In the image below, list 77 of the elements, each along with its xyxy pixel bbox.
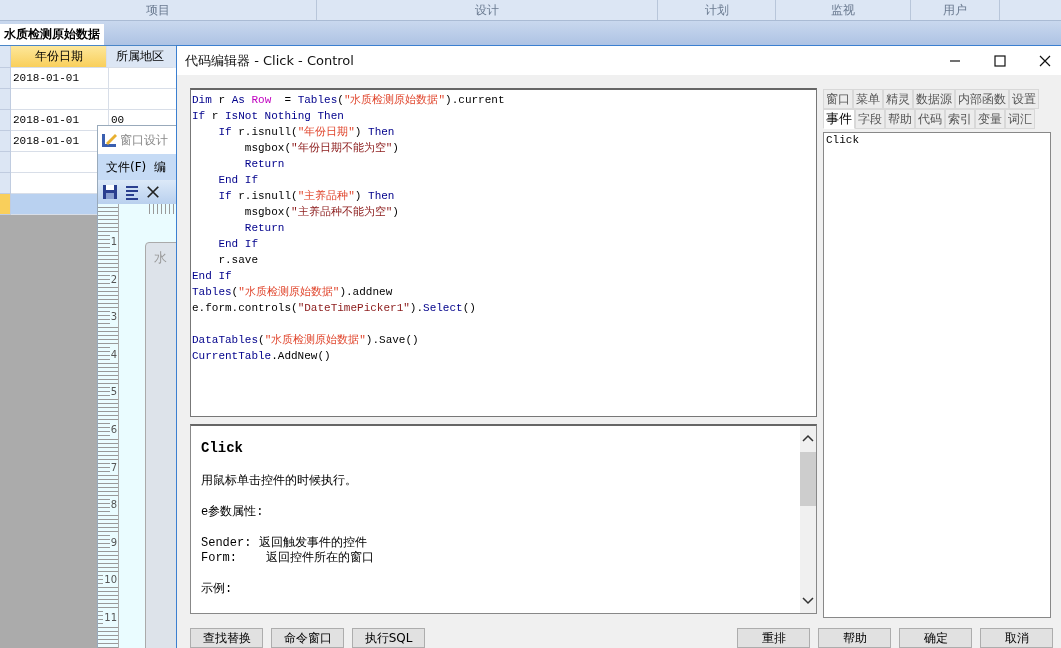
save-icon[interactable] xyxy=(102,184,118,200)
code-line: Dim r As Row = Tables("水质检测原始数据").current xyxy=(192,93,506,108)
tab[interactable]: 数据源 xyxy=(913,89,955,109)
ruler-number: 8 xyxy=(109,497,118,513)
menu-item[interactable]: 编 xyxy=(154,158,167,176)
code-editor[interactable] xyxy=(190,88,817,417)
dialog-button[interactable]: 帮助 xyxy=(818,628,891,648)
table-cell: 2018-01-01 xyxy=(11,68,109,89)
help-text: 示例: xyxy=(201,582,234,597)
list-item[interactable]: Click xyxy=(826,134,1048,146)
ruler-number: 11 xyxy=(103,609,118,625)
ruler-number: 1 xyxy=(109,234,118,249)
scroll-down-icon[interactable] xyxy=(802,597,814,605)
tab[interactable]: 事件 xyxy=(823,109,855,129)
help-text: Sender: 返回触发事件的控件 xyxy=(201,536,368,551)
tab[interactable]: 窗口 xyxy=(823,89,853,109)
code-line: End If xyxy=(192,269,233,284)
horizontal-ruler xyxy=(149,204,177,214)
code-line: If r.isnull("年份日期") Then xyxy=(217,125,396,140)
list-icon[interactable] xyxy=(124,184,140,200)
tab[interactable]: 菜单 xyxy=(853,89,883,109)
column-header[interactable]: 所属地区 xyxy=(107,46,173,68)
code-line: If r.isnull("主养品种") Then xyxy=(217,189,396,204)
column-header[interactable]: 年份日期 xyxy=(11,46,107,68)
ruler-number: 4 xyxy=(109,346,118,362)
scroll-thumb[interactable] xyxy=(800,452,816,506)
ribbon-tab[interactable]: 设计 xyxy=(317,0,658,20)
menu-item[interactable]: 文件(F) xyxy=(106,158,147,176)
code-line: End If xyxy=(217,173,259,188)
window-title: 代码编辑器 - Click - Control xyxy=(185,51,354,70)
form-title: 水 xyxy=(154,250,167,265)
tab[interactable]: 设置 xyxy=(1009,89,1039,109)
code-line: msgbox("年份日期不能为空") xyxy=(243,141,400,156)
window-title: 窗口设计 xyxy=(120,131,168,149)
dialog-button[interactable]: 取消 xyxy=(980,628,1053,648)
ribbon-tab[interactable]: 项目 xyxy=(0,0,317,20)
tab[interactable]: 帮助 xyxy=(885,109,915,129)
dialog-button[interactable]: 执行SQL xyxy=(352,628,425,648)
ribbon-tab[interactable]: 计划 xyxy=(658,0,776,20)
ribbon-tab[interactable]: 监视 xyxy=(776,0,911,20)
tab[interactable]: 代码 xyxy=(915,109,945,129)
tab[interactable]: 字段 xyxy=(855,109,885,129)
code-line: If r IsNot Nothing Then xyxy=(192,109,345,124)
code-line: DataTables("水质检测原始数据").Save() xyxy=(192,333,420,348)
vertical-scrollbar[interactable] xyxy=(800,426,816,613)
scroll-up-icon[interactable] xyxy=(802,434,814,442)
code-line: r.save xyxy=(217,253,259,268)
ruler-number: 6 xyxy=(109,421,118,437)
tab[interactable]: 内部函数 xyxy=(955,89,1009,109)
row-header xyxy=(0,46,11,68)
code-line: e.form.controls("DateTimePicker1").Select() xyxy=(192,301,477,316)
code-line: Return xyxy=(243,221,286,236)
dialog-button[interactable]: 重排 xyxy=(737,628,810,648)
ruler-pencil-icon xyxy=(100,131,118,149)
close-icon[interactable] xyxy=(146,185,160,199)
tab[interactable]: 精灵 xyxy=(883,89,913,109)
ribbon-tab[interactable]: 用户 xyxy=(911,0,1000,20)
tab[interactable]: 变量 xyxy=(975,109,1005,129)
help-text: 用鼠标单击控件的时候执行。 xyxy=(201,474,358,489)
ruler-number: 3 xyxy=(109,309,118,325)
tab[interactable]: 词汇 xyxy=(1005,109,1035,129)
document-tab[interactable]: 水质检测原始数据 xyxy=(0,24,104,45)
code-line: End If xyxy=(217,237,259,252)
dialog-button[interactable]: 确定 xyxy=(899,628,972,648)
dialog-button[interactable]: 查找替换 xyxy=(190,628,263,648)
close-icon[interactable] xyxy=(1039,54,1051,67)
code-line: CurrentTable.AddNew() xyxy=(192,349,332,364)
code-line: Return xyxy=(243,157,286,172)
code-line: msgbox("主养品种不能为空") xyxy=(243,205,400,220)
tab[interactable]: 索引 xyxy=(945,109,975,129)
maximize-icon[interactable] xyxy=(994,54,1006,67)
help-text: e参数属性: xyxy=(201,505,265,520)
code-line: Tables("水质检测原始数据").addnew xyxy=(192,285,394,300)
help-title: Click xyxy=(201,440,244,456)
ruler-number: 9 xyxy=(109,534,118,550)
dialog-button[interactable]: 命令窗口 xyxy=(271,628,344,648)
help-text: Form: 返回控件所在的窗口 xyxy=(201,551,375,566)
